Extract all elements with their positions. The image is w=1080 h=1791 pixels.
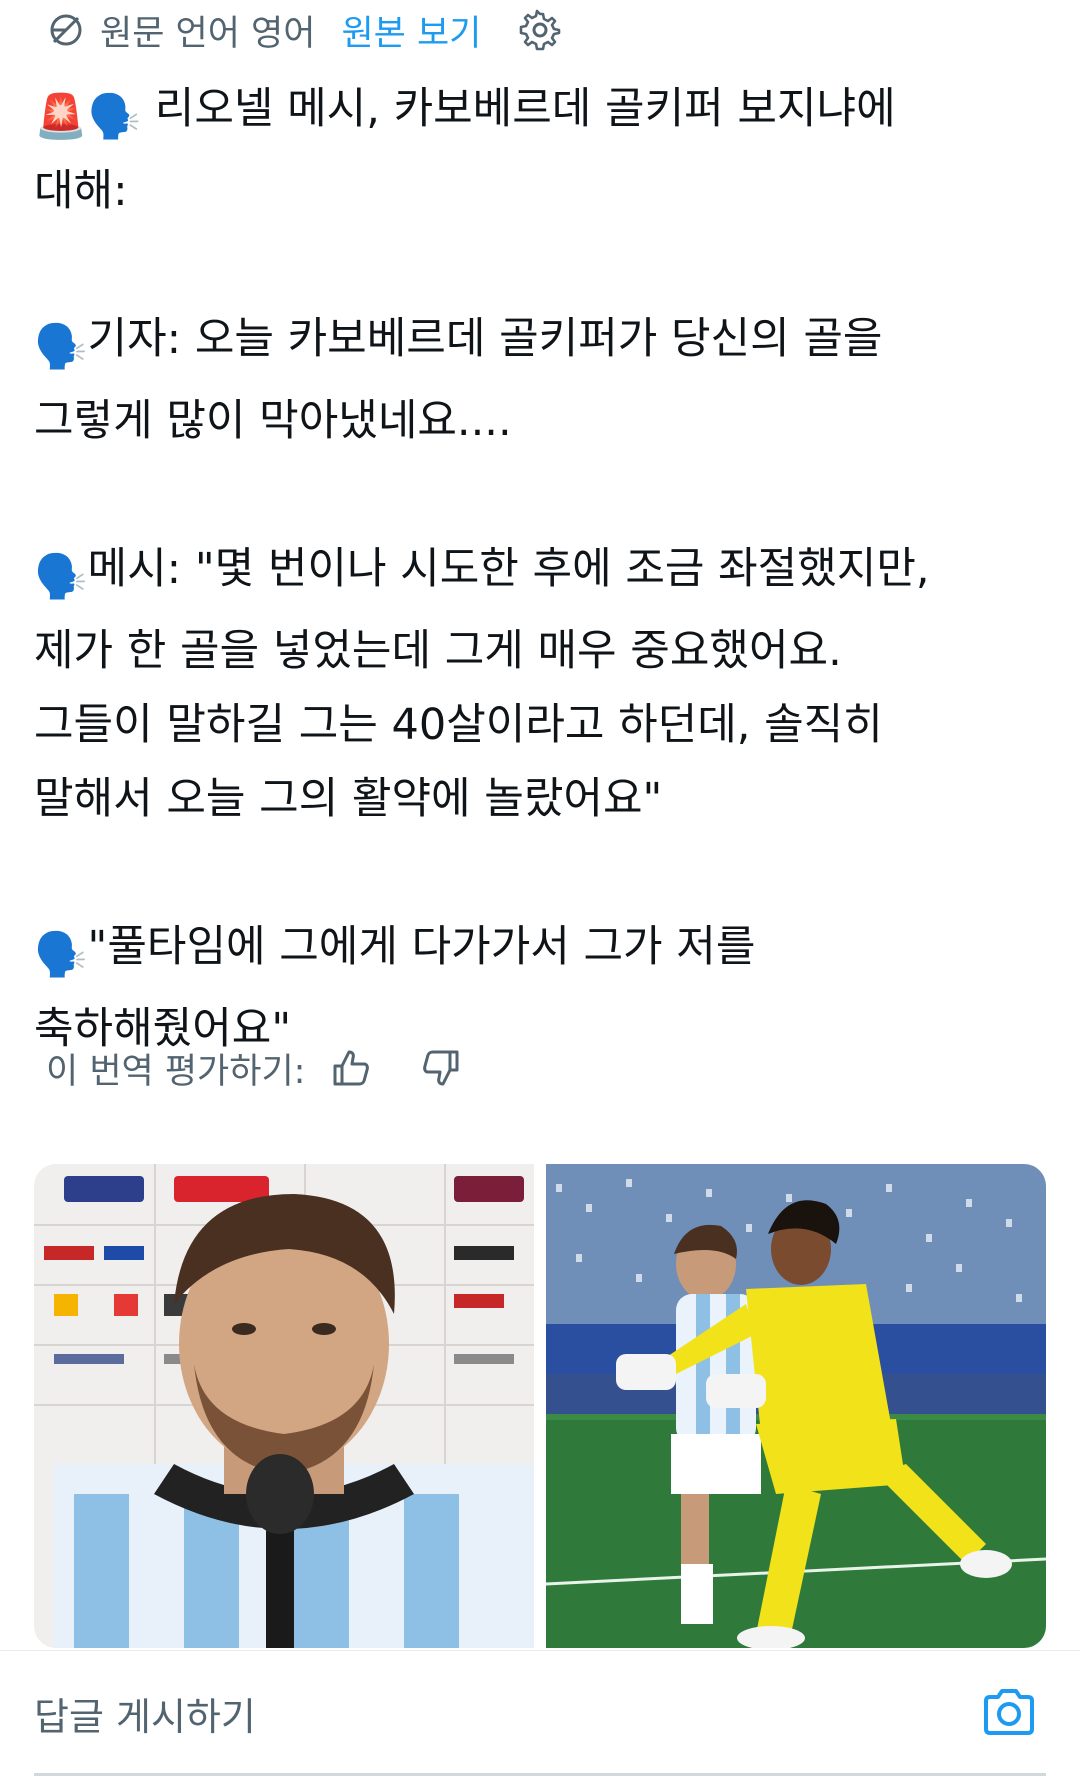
tweet-paragraph: 🗣️메시: "몇 번이나 시도한 후에 조금 좌절했지만, 제가 한 골을 넣었는… [34,532,1044,836]
emoji-prefix: 🚨🗣️ [34,92,142,142]
tweet-line: 말해서 오늘 그의 활약에 놀랐어요" [34,762,1044,836]
tweet-paragraph: 🗣️기자: 오늘 카보베르데 골키퍼가 당신의 골을그렇게 많이 막아냈네요..… [34,302,1044,458]
show-original-link[interactable]: 원본 보기 [341,5,481,56]
thumbs-down-icon[interactable] [419,1046,463,1090]
gear-icon[interactable] [519,9,561,51]
rate-translation-row: 이 번역 평가하기: [46,1040,463,1096]
translate-globe-icon [46,10,86,50]
tweet-line-text: 대해: [34,166,128,216]
translation-header: 원문 언어 영어 원본 보기 [46,4,561,56]
media-grid [34,1164,1046,1648]
photo-messi-press-conference[interactable] [34,1164,534,1648]
photo-messi-vs-goalkeeper[interactable] [546,1164,1046,1648]
tweet-line-text: "풀타임에 그에게 다가가서 그가 저를 [87,922,756,972]
tweet-line: 🚨🗣️ 리오넬 메시, 카보베르데 골키퍼 보지냐에 [34,72,1044,154]
tweet-line-text: 그들이 말하길 그는 40살이라고 하던데, 솔직히 [34,700,883,750]
reply-input-underline [34,1773,1046,1776]
tweet-line-text: 그렇게 많이 막아냈네요.... [34,396,512,446]
translation-language-label: 원문 언어 영어 [100,13,316,54]
tweet-line-text: 기자: 오늘 카보베르데 골키퍼가 당신의 골을 [87,314,883,364]
tweet-line-text: 말해서 오늘 그의 활약에 놀랐어요" [34,774,663,824]
reply-input[interactable]: 답글 게시하기 [34,1681,914,1745]
rate-translation-label: 이 번역 평가하기: [46,1051,306,1092]
tweet-line-text: 리오넬 메시, 카보베르데 골키퍼 보지냐에 [141,84,896,134]
tweet-line: 제가 한 골을 넣었는데 그게 매우 중요했어요. [34,614,1044,688]
emoji-prefix: 🗣️ [34,322,88,372]
tweet-paragraph: 🚨🗣️ 리오넬 메시, 카보베르데 골키퍼 보지냐에대해: [34,72,1044,228]
tweet-line: 🗣️"풀타임에 그에게 다가가서 그가 저를 [34,910,1044,992]
tweet-line: 🗣️메시: "몇 번이나 시도한 후에 조금 좌절했지만, [34,532,1044,614]
thumbs-up-icon[interactable] [329,1046,373,1090]
tweet-line: 그렇게 많이 막아냈네요.... [34,384,1044,458]
emoji-prefix: 🗣️ [34,930,88,980]
tweet-line: 대해: [34,154,1044,228]
camera-icon[interactable] [980,1683,1038,1741]
reply-bar: 답글 게시하기 [0,1650,1080,1791]
tweet-line: 🗣️기자: 오늘 카보베르데 골키퍼가 당신의 골을 [34,302,1044,384]
tweet-line-text: 메시: "몇 번이나 시도한 후에 조금 좌절했지만, [87,544,930,594]
tweet-line: 그들이 말하길 그는 40살이라고 하던데, 솔직히 [34,688,1044,762]
tweet-text: 🚨🗣️ 리오넬 메시, 카보베르데 골키퍼 보지냐에 대해: 🗣️기자: 오늘 카보… [34,72,1044,1066]
emoji-prefix: 🗣️ [34,552,88,602]
tweet-line-text: 제가 한 골을 넣었는데 그게 매우 중요했어요. [34,626,842,676]
